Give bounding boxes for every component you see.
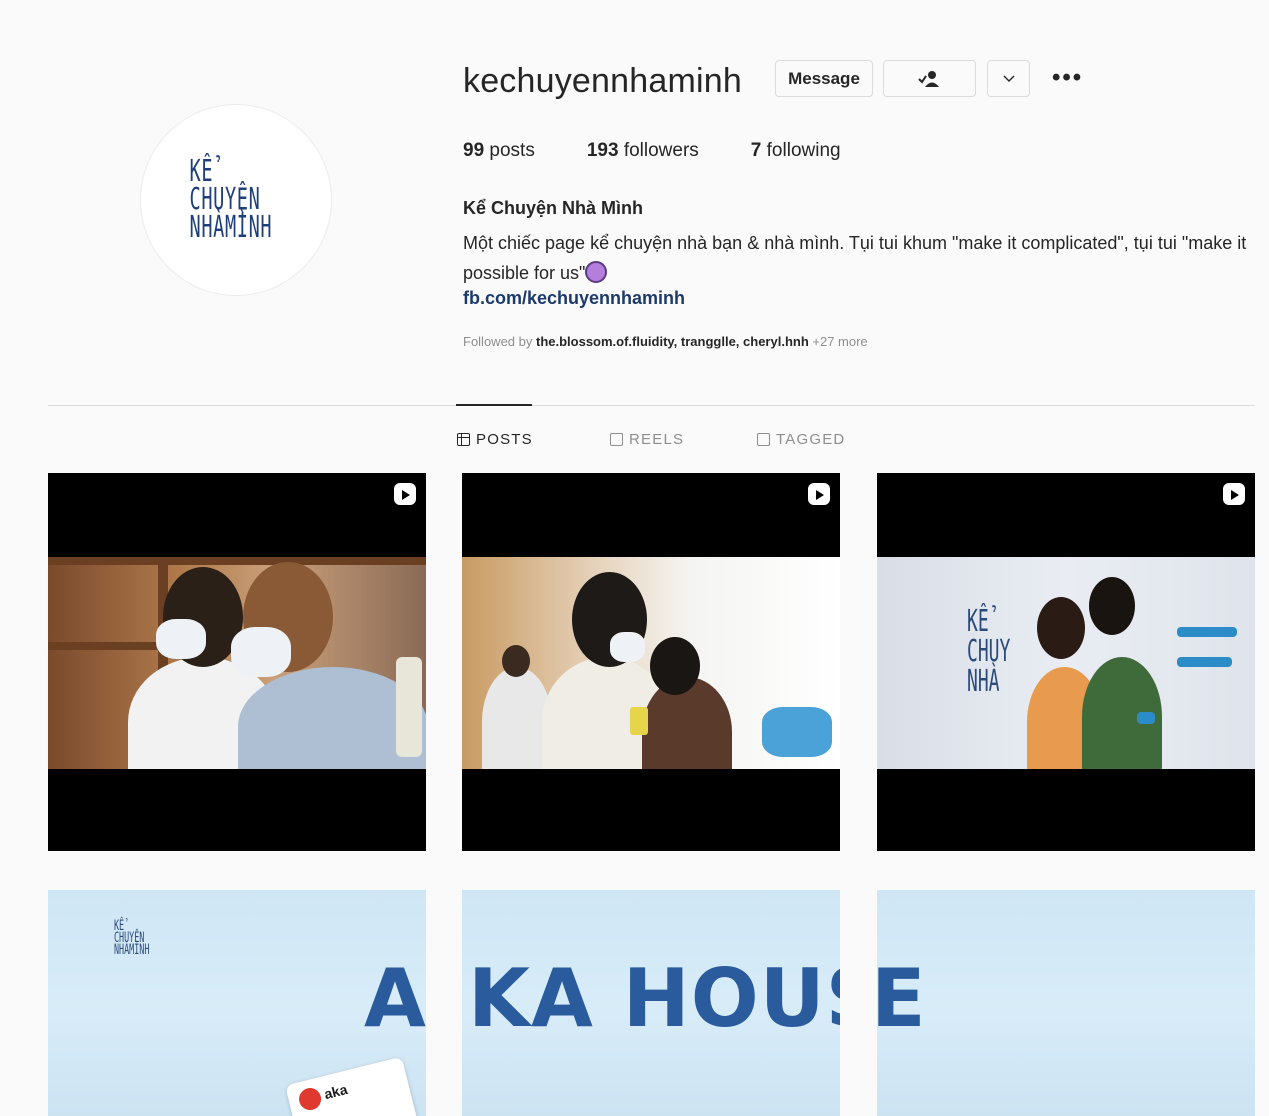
tab-posts[interactable]: POSTS: [457, 431, 533, 448]
woman-emoji-icon: [585, 261, 608, 283]
bio-text: Một chiếc page kể chuyện nhà bạn & nhà m…: [463, 233, 1247, 283]
profile-username: kechuyennhaminh: [463, 62, 742, 100]
posts-label: posts: [484, 140, 535, 161]
followed-by-text[interactable]: Followed by the.blossom.of.fluidity, tra…: [463, 334, 868, 349]
banner-logo: KỂ CHUYỆN NHÀMÌNH: [114, 919, 150, 958]
posts-count: 99: [463, 140, 485, 161]
tab-tagged[interactable]: TAGGED: [757, 431, 845, 448]
followed-by-prefix: Followed by: [463, 334, 536, 349]
following-button[interactable]: [883, 60, 976, 97]
post-image: KỂ CHUY NHÀ: [877, 557, 1255, 769]
reel-icon: [394, 483, 416, 505]
followers-count: 193: [586, 140, 619, 161]
profile-bio: Một chiếc page kể chuyện nhà bạn & nhà m…: [463, 228, 1253, 288]
post-image: [48, 557, 426, 769]
chevron-down-icon: [1003, 75, 1014, 82]
post-thumbnail[interactable]: [48, 473, 426, 851]
post-image: [462, 557, 840, 769]
tab-reels-label: REELS: [629, 431, 685, 448]
aka-sticker: aka: [285, 1056, 421, 1116]
tab-posts-label: POSTS: [476, 431, 533, 448]
tab-reels[interactable]: REELS: [610, 431, 684, 448]
tab-tagged-label: TAGGED: [776, 431, 846, 448]
reel-icon: [808, 483, 830, 505]
more-horizontal-icon[interactable]: •••: [1052, 64, 1083, 92]
post-thumbnail[interactable]: KỂ CHUYỆN NHÀMÌNH A aka: [48, 890, 426, 1116]
followed-by-more: +27 more: [808, 334, 868, 349]
following-stat[interactable]: 7 following: [751, 140, 841, 162]
followers-stat[interactable]: 193 followers: [587, 140, 699, 162]
following-count: 7: [750, 140, 762, 161]
followed-by-users: the.blossom.of.fluidity, trangglle, cher…: [535, 334, 809, 349]
tabs-divider: [48, 405, 1255, 406]
post-thumbnail[interactable]: KỂ CHUY NHÀ: [877, 473, 1255, 851]
tagged-icon: [757, 433, 770, 446]
avatar-logo-line-3: NHÀMÌNH: [189, 210, 273, 245]
post-thumbnail[interactable]: [462, 473, 840, 851]
following-label: following: [761, 140, 841, 161]
post-thumbnail[interactable]: KA HOUS: [462, 890, 840, 1116]
following-person-check-icon: [917, 70, 939, 87]
avatar-logo: KỂ CHUYỆN NHÀMÌNH: [189, 157, 283, 245]
profile-website-link[interactable]: fb.com/kechuyennhaminh: [463, 288, 685, 309]
reels-icon: [610, 433, 623, 446]
reel-icon: [1223, 483, 1245, 505]
profile-page: KỂ CHUYỆN NHÀMÌNH kechuyennhaminh Messag…: [0, 0, 1269, 1116]
aka-mascot-icon: [296, 1085, 324, 1113]
profile-full-name: Kể Chuyện Nhà Mình: [463, 198, 644, 218]
banner-logo-line-3: NHÀMÌNH: [114, 942, 150, 958]
post-thumbnail[interactable]: E: [877, 890, 1255, 1116]
active-tab-indicator: [456, 404, 532, 406]
sticker-text: aka: [322, 1081, 349, 1103]
banner-text-part-3: E: [877, 952, 927, 1045]
suggested-dropdown-button[interactable]: [987, 60, 1030, 97]
profile-stats: 99 posts 193 followers 7 following: [463, 140, 893, 162]
posts-stat: 99 posts: [463, 140, 535, 162]
grid-icon: [457, 433, 470, 446]
banner-text-part-2: KA HOUS: [468, 952, 840, 1045]
profile-avatar[interactable]: KỂ CHUYỆN NHÀMÌNH: [140, 104, 332, 296]
followers-label: followers: [618, 140, 699, 161]
message-button[interactable]: Message: [775, 60, 873, 97]
banner-text-part-1: A: [364, 952, 426, 1045]
